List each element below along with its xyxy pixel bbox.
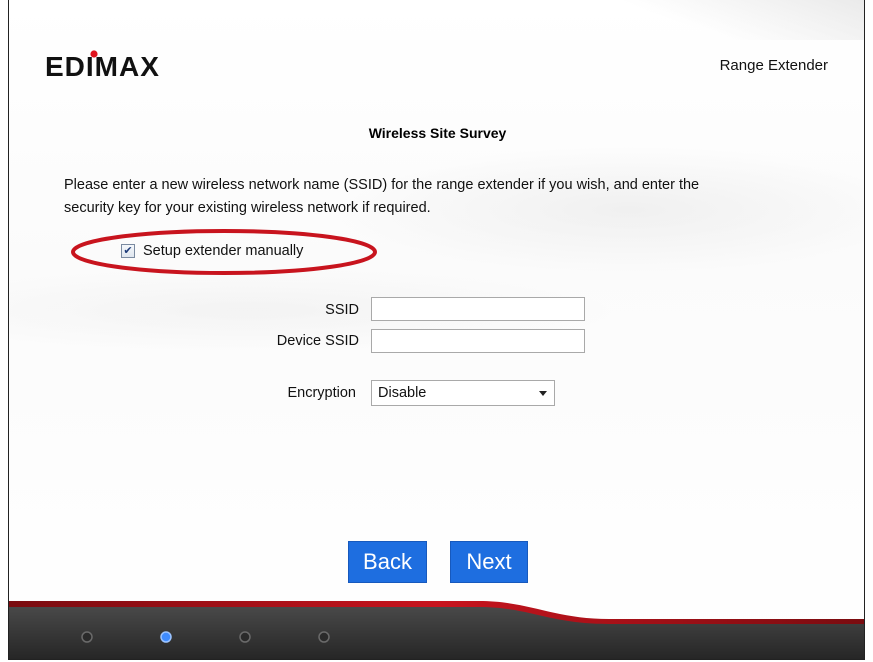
footer-band — [9, 601, 864, 659]
device-ssid-label: Device SSID — [276, 333, 359, 349]
setup-manually-checkbox[interactable]: ✔ — [121, 244, 135, 258]
step-dot-1 — [81, 631, 93, 643]
logo-dot — [90, 50, 98, 58]
encryption-value: Disable — [378, 385, 427, 401]
product-label: Range Extender — [719, 57, 828, 74]
encryption-select[interactable]: Disable — [371, 380, 555, 406]
ssid-input[interactable] — [371, 297, 585, 321]
description-line-2: security key for your existing wireless … — [64, 200, 431, 216]
page-title: Wireless Site Survey — [368, 125, 507, 141]
setup-wizard-panel: EDIMAX Range Extender Wireless Site Surv… — [8, 0, 865, 660]
step-dot-3 — [239, 631, 251, 643]
setup-manually-label: Setup extender manually — [143, 243, 304, 259]
logo-text: EDIMAX — [45, 51, 160, 80]
step-dot-2 — [160, 631, 172, 643]
chevron-down-icon — [539, 391, 547, 396]
encryption-label: Encryption — [287, 385, 356, 401]
decorative-shade — [564, 0, 864, 40]
edimax-logo: EDIMAX — [45, 50, 160, 80]
setup-manually-row: ✔ Setup extender manually — [121, 240, 303, 262]
page-description: Please enter a new wireless network name… — [64, 174, 784, 220]
back-button[interactable]: Back — [348, 541, 427, 583]
description-line-1: Please enter a new wireless network name… — [64, 177, 700, 193]
ssid-label: SSID — [325, 302, 359, 318]
checkmark-icon: ✔ — [123, 244, 133, 257]
next-button[interactable]: Next — [450, 541, 528, 583]
device-ssid-input[interactable] — [371, 329, 585, 353]
step-dot-4 — [318, 631, 330, 643]
